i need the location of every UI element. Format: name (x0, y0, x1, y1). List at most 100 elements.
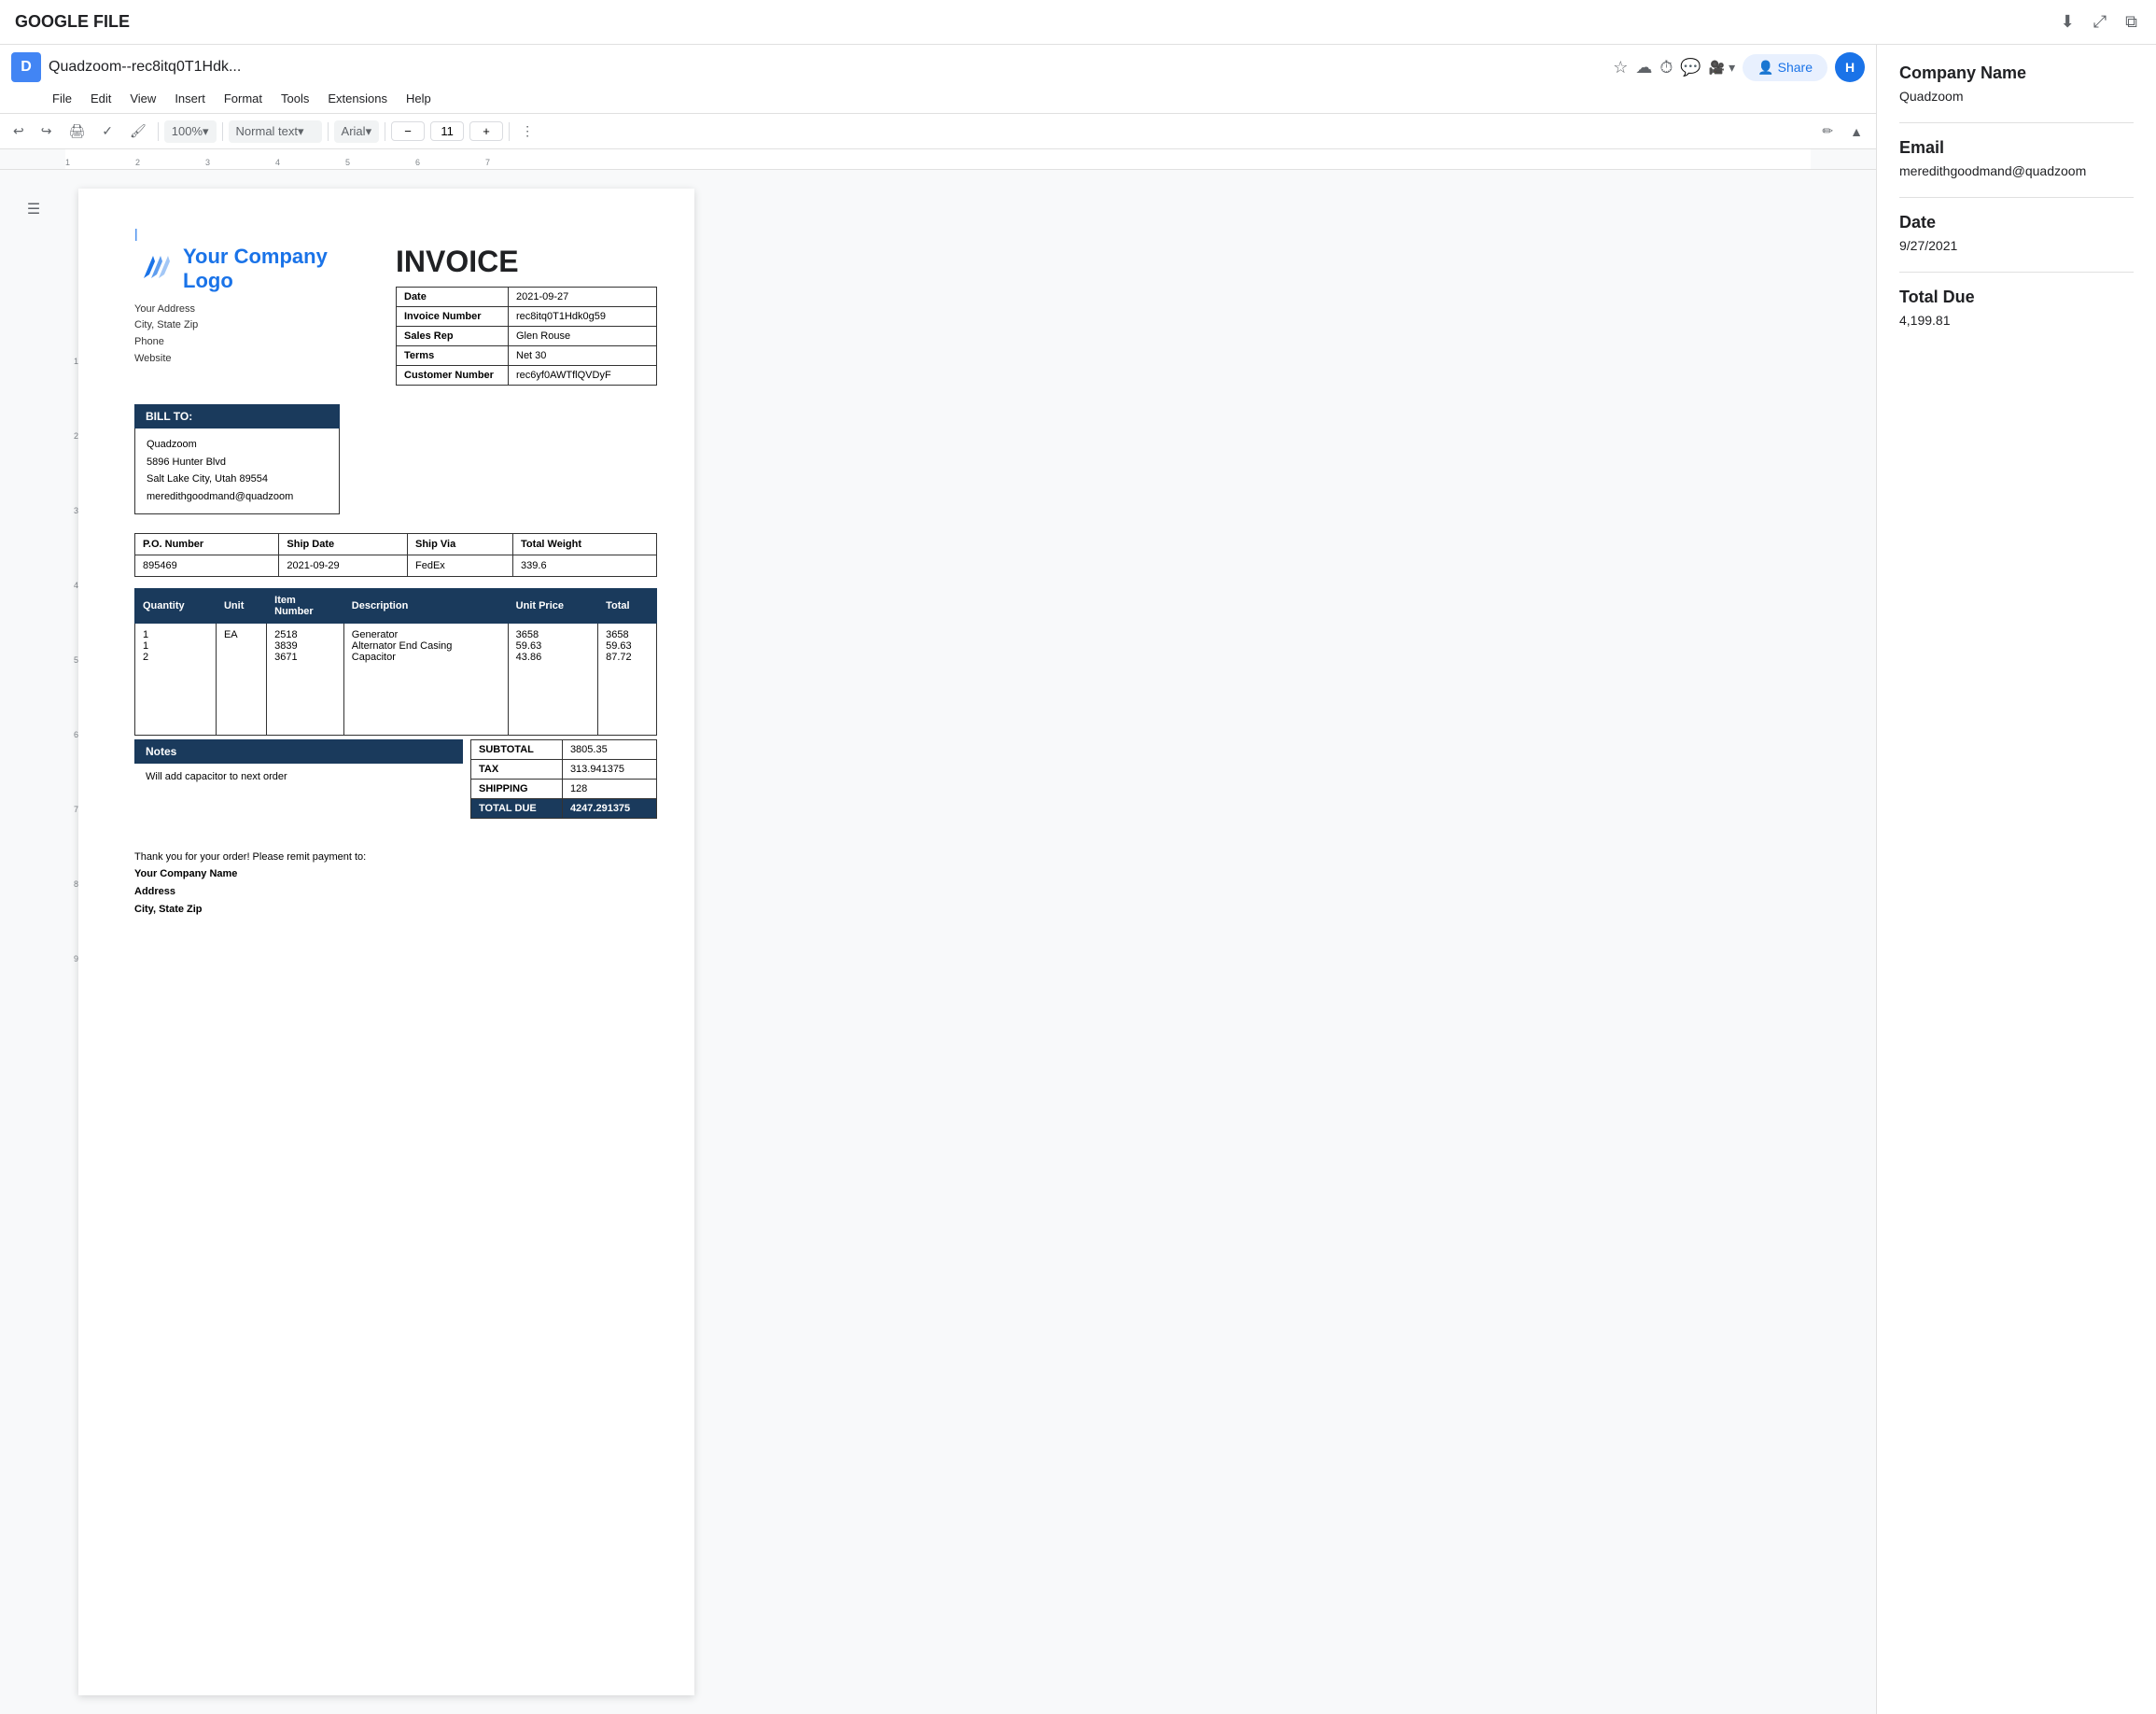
style-value: Normal text (236, 124, 298, 138)
email-label: Email (1899, 138, 2134, 158)
items-data-row: 112 EA 251838393671 GeneratorAlternator … (135, 623, 657, 735)
docs-content: ☰ 1 2 3 4 5 6 7 8 9 | (0, 170, 1876, 1714)
docs-app-icon: D (11, 52, 41, 82)
menu-tools[interactable]: Tools (273, 88, 316, 109)
info-label-invoice: Invoice Number (397, 307, 509, 327)
menu-view[interactable]: View (122, 88, 163, 109)
invoice-footer: Thank you for your order! Please remit p… (134, 849, 657, 919)
company-name-field: Company Name Quadzoom (1899, 63, 2134, 104)
footer-line1: Thank you for your order! Please remit p… (134, 849, 657, 866)
item-qty: 112 (135, 623, 217, 735)
divider-2 (1899, 197, 2134, 198)
document-page: | Your Company (78, 189, 694, 1695)
logo-svg (134, 248, 175, 289)
style-select[interactable]: Normal text ▾ (229, 120, 322, 143)
info-label-date: Date (397, 288, 509, 307)
menu-format[interactable]: Format (217, 88, 270, 109)
info-value-salesrep: Glen Rouse (509, 327, 657, 346)
ruler-tick-7: 7 (485, 158, 490, 167)
fullscreen-button[interactable]: ⤢ (2090, 8, 2110, 35)
redo-button[interactable]: ↪ (35, 119, 58, 143)
info-row-invoice: Invoice Number rec8itq0T1Hdk0g59 (397, 307, 657, 327)
menu-edit[interactable]: Edit (83, 88, 119, 109)
bill-to-section: BILL TO: Quadzoom 5896 Hunter Blvd Salt … (134, 404, 657, 514)
menu-file[interactable]: File (45, 88, 79, 109)
info-label-customer: Customer Number (397, 366, 509, 386)
download-button[interactable]: ⬇ (2057, 8, 2079, 35)
subtotal-value: 3805.35 (562, 739, 656, 759)
share-button[interactable]: 👤 Share (1743, 54, 1827, 81)
menu-bar: File Edit View Insert Format Tools Exten… (11, 86, 1865, 113)
date-field: Date 9/27/2021 (1899, 213, 2134, 253)
date-value: 9/27/2021 (1899, 238, 2134, 253)
docs-filename[interactable]: Quadzoom--rec8itq0T1Hdk... (49, 59, 1605, 76)
company-address: Your Address City, State Zip Phone Websi… (134, 302, 328, 367)
top-bar: GOOGLE FILE ⬇ ⤢ ⧉ (0, 0, 2156, 45)
info-value-terms: Net 30 (509, 346, 657, 366)
cursor-indicator: | (134, 226, 657, 241)
shipping-weight: 339.6 (513, 555, 657, 576)
menu-insert[interactable]: Insert (167, 88, 213, 109)
company-name-line1: Your Company (183, 245, 328, 269)
list-icon[interactable]: ☰ (27, 200, 40, 218)
footer-line2: Your Company Name (134, 868, 237, 879)
zoom-select[interactable]: 100% ▾ (164, 120, 217, 143)
shipping-via: FedEx (407, 555, 512, 576)
shipping-header-row: P.O. Number Ship Date Ship Via Total Wei… (135, 533, 657, 555)
toolbar-collapse-button[interactable]: ▲ (1844, 120, 1869, 143)
font-size-minus[interactable]: − (391, 121, 425, 141)
info-value-customer: rec6yf0AWTflQVDyF (509, 366, 657, 386)
paintformat-button[interactable]: 🖌 (124, 119, 152, 143)
menu-help[interactable]: Help (399, 88, 439, 109)
shipping-po: 895469 (135, 555, 279, 576)
shipping-data-row: 895469 2021-09-29 FedEx 339.6 (135, 555, 657, 576)
undo-button[interactable]: ↩ (7, 119, 30, 143)
company-logo: Your Company Logo (134, 245, 328, 294)
toolbar-sep-2 (222, 122, 223, 141)
item-unit-price: 365859.6343.86 (508, 623, 597, 735)
right-panel: Company Name Quadzoom Email meredithgood… (1876, 45, 2156, 1714)
history-icon[interactable]: ⏱ (1659, 58, 1673, 77)
more-options-button[interactable]: ⋮ (515, 119, 539, 143)
address-line3: Phone (134, 334, 328, 351)
company-logo-block: Your Company Logo Your Address City, Sta… (134, 245, 328, 367)
menu-extensions[interactable]: Extensions (320, 88, 395, 109)
print-button[interactable]: 🖨 (63, 119, 91, 143)
app-title: GOOGLE FILE (15, 12, 2057, 32)
footer-line4: City, State Zip (134, 904, 203, 915)
user-avatar[interactable]: H (1835, 52, 1865, 82)
bill-to-content: Quadzoom 5896 Hunter Blvd Salt Lake City… (134, 428, 340, 514)
docs-title-actions: ☆ ☁ ⏱ 💬 🎥 ▾ 👤 Share H (1613, 52, 1865, 82)
shipping-row: SHIPPING 128 (471, 779, 657, 798)
share-label: Share (1778, 60, 1813, 75)
font-size-plus[interactable]: + (469, 121, 503, 141)
info-value-invoice: rec8itq0T1Hdk0g59 (509, 307, 657, 327)
shipping-col-date: Ship Date (279, 533, 408, 555)
docs-area: D Quadzoom--rec8itq0T1Hdk... ☆ ☁ ⏱ 💬 🎥 ▾… (0, 45, 1876, 1714)
comment-icon[interactable]: 💬 (1680, 58, 1701, 77)
subtotal-label: SUBTOTAL (471, 739, 563, 759)
ruler-tick-3: 3 (205, 158, 210, 167)
toolbar-sep-3 (328, 122, 329, 141)
shipping-col-via: Ship Via (407, 533, 512, 555)
notes-header: Notes (134, 739, 463, 764)
cloud-icon[interactable]: ☁ (1635, 58, 1652, 77)
font-select[interactable]: Arial ▾ (334, 120, 380, 143)
item-desc: GeneratorAlternator End CasingCapacitor (343, 623, 508, 735)
font-value: Arial (342, 124, 366, 138)
info-value-date: 2021-09-27 (509, 288, 657, 307)
ruler-inner: 1 2 3 4 5 6 7 (65, 149, 1811, 169)
item-unit: EA (216, 623, 266, 735)
star-icon[interactable]: ☆ (1613, 58, 1628, 77)
info-row-customer: Customer Number rec6yf0AWTflQVDyF (397, 366, 657, 386)
spellcheck-button[interactable]: ✓ (96, 119, 119, 143)
bill-to-line3: Salt Lake City, Utah 89554 (147, 471, 328, 488)
items-col-total: Total (598, 588, 657, 623)
tax-value: 313.941375 (562, 759, 656, 779)
font-size-display[interactable]: 11 (430, 121, 464, 141)
docs-icon-letter: D (21, 59, 32, 76)
zoom-value: 100% (172, 124, 203, 138)
pencil-mode-button[interactable]: ✏ (1816, 119, 1839, 143)
meet-icon[interactable]: 🎥 ▾ (1709, 60, 1735, 76)
newtab-button[interactable]: ⧉ (2121, 8, 2141, 35)
